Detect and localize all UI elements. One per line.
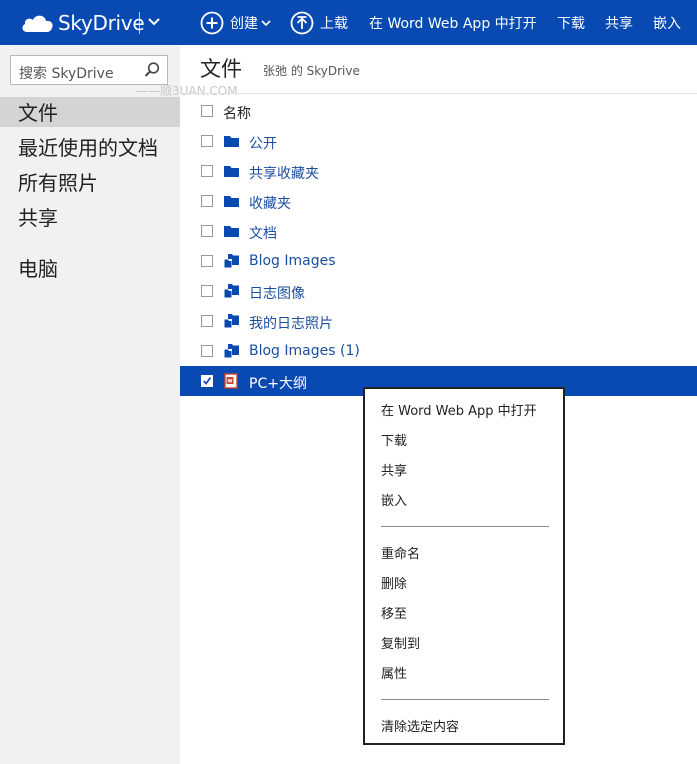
- menu-item-rename[interactable]: 重命名: [381, 543, 420, 562]
- folder-icon: [223, 193, 240, 209]
- menu-item-copy-to[interactable]: 复制到: [381, 633, 420, 652]
- folder-icon: [223, 163, 240, 179]
- menu-item-clear-selection[interactable]: 清除选定内容: [381, 716, 459, 735]
- chevron-down-icon: [261, 19, 271, 26]
- list-item[interactable]: 共享收藏夹: [180, 156, 697, 186]
- item-name-link[interactable]: 收藏夹: [249, 193, 291, 213]
- list-item[interactable]: 我的日志照片: [180, 306, 697, 336]
- list-item[interactable]: 公开: [180, 126, 697, 156]
- menu-item-embed[interactable]: 嵌入: [381, 490, 407, 509]
- item-name-link[interactable]: 文档: [249, 223, 277, 243]
- item-name-link[interactable]: PC+大纲: [249, 373, 307, 393]
- brand-name: SkyDrive: [58, 11, 145, 35]
- column-header: 名称: [180, 96, 697, 126]
- list-item[interactable]: 日志图像: [180, 276, 697, 306]
- column-name-header[interactable]: 名称: [223, 103, 251, 123]
- row-checkbox[interactable]: [201, 195, 213, 207]
- list-item[interactable]: 收藏夹: [180, 186, 697, 216]
- search-input[interactable]: 搜索 SkyDrive: [19, 63, 114, 83]
- create-button[interactable]: 创建: [200, 0, 271, 45]
- upload-button[interactable]: 上载: [290, 0, 348, 45]
- shared-folder-icon: [223, 253, 240, 269]
- nav-item-shared[interactable]: 共享: [18, 202, 58, 231]
- item-name-link[interactable]: Blog Images (1): [249, 343, 360, 359]
- create-label: 创建: [230, 15, 258, 32]
- upload-label: 上载: [320, 15, 348, 32]
- select-all-checkbox[interactable]: [201, 105, 213, 117]
- upload-icon: [290, 11, 314, 34]
- top-bar: SkyDrive 创建 上载 在 Word Web App 中打开 下载 共享 …: [0, 0, 697, 45]
- share-label: 共享: [605, 15, 633, 32]
- left-nav: 搜索 SkyDrive 文件 最近使用的文档 所有照片 共享 电脑: [0, 45, 180, 764]
- menu-item-move-to[interactable]: 移至: [381, 603, 407, 622]
- skydrive-cloud-icon: [22, 15, 53, 32]
- shared-folder-icon: [223, 343, 240, 359]
- shared-folder-icon: [223, 283, 240, 299]
- breadcrumb[interactable]: 张弛 的 SkyDrive: [263, 62, 360, 79]
- add-circle-icon: [200, 11, 224, 34]
- download-button[interactable]: 下载: [557, 0, 585, 45]
- brand-separator: [139, 12, 140, 34]
- row-checkbox[interactable]: [201, 345, 213, 357]
- open-in-word-label: 在 Word Web App 中打开: [369, 15, 537, 32]
- row-checkbox[interactable]: [201, 165, 213, 177]
- item-name-link[interactable]: 我的日志照片: [249, 313, 333, 333]
- page-title: 文件: [200, 57, 242, 81]
- menu-separator: [381, 699, 549, 700]
- nav-item-all-photos[interactable]: 所有照片: [18, 167, 98, 196]
- list-item[interactable]: Blog Images: [180, 246, 697, 276]
- menu-item-delete[interactable]: 删除: [381, 573, 407, 592]
- share-button[interactable]: 共享: [605, 0, 633, 45]
- embed-label: 嵌入: [653, 15, 681, 32]
- brand[interactable]: SkyDrive: [20, 9, 145, 37]
- divider: [180, 93, 697, 94]
- shared-folder-icon: [223, 313, 240, 329]
- chevron-down-icon[interactable]: [146, 14, 162, 30]
- nav-item-recent-docs[interactable]: 最近使用的文档: [18, 132, 158, 161]
- word-doc-icon: [223, 373, 240, 389]
- row-checkbox[interactable]: [201, 135, 213, 147]
- menu-item-open-in-word[interactable]: 在 Word Web App 中打开: [381, 400, 537, 419]
- context-menu: 在 Word Web App 中打开 下载 共享 嵌入 重命名 删除 移至 复制…: [363, 387, 565, 745]
- menu-item-properties[interactable]: 属性: [381, 663, 407, 682]
- list-item[interactable]: Blog Images (1): [180, 336, 697, 366]
- folder-icon: [223, 223, 240, 239]
- row-checkbox[interactable]: [201, 255, 213, 267]
- item-name-link[interactable]: Blog Images: [249, 253, 336, 269]
- menu-item-share[interactable]: 共享: [381, 460, 407, 479]
- item-name-link[interactable]: 共享收藏夹: [249, 163, 319, 183]
- menu-item-download[interactable]: 下载: [381, 430, 407, 449]
- row-checkbox[interactable]: [201, 315, 213, 327]
- search-icon[interactable]: [143, 61, 161, 79]
- search-box[interactable]: 搜索 SkyDrive: [10, 55, 168, 85]
- row-checkbox[interactable]: [201, 225, 213, 237]
- item-name-link[interactable]: 公开: [249, 133, 277, 153]
- embed-button[interactable]: 嵌入: [653, 0, 681, 45]
- row-checkbox[interactable]: [201, 375, 213, 387]
- menu-separator: [381, 526, 549, 527]
- nav-item-pcs[interactable]: 电脑: [18, 253, 58, 282]
- open-in-word-button[interactable]: 在 Word Web App 中打开: [369, 0, 537, 45]
- item-name-link[interactable]: 日志图像: [249, 283, 305, 303]
- list-item[interactable]: 文档: [180, 216, 697, 246]
- download-label: 下载: [557, 15, 585, 32]
- folder-icon: [223, 133, 240, 149]
- row-checkbox[interactable]: [201, 285, 213, 297]
- nav-item-files[interactable]: 文件: [18, 97, 58, 126]
